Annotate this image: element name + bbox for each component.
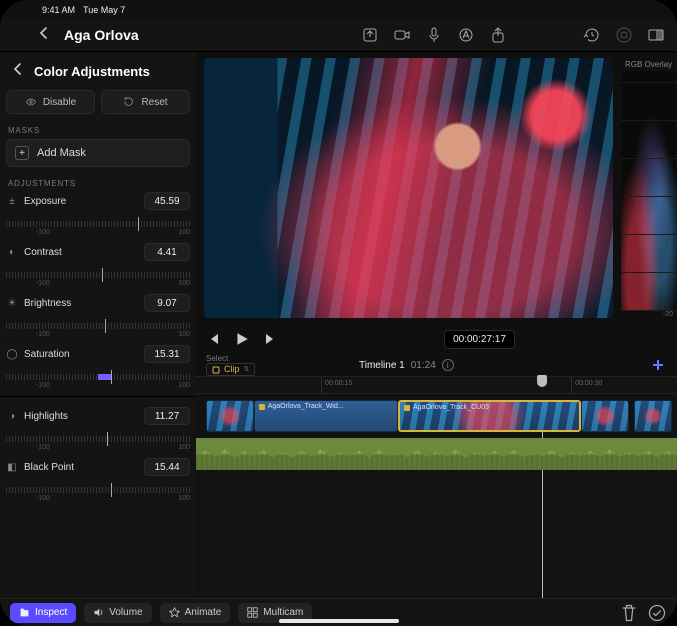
- adj-slider[interactable]: -100 100: [6, 215, 190, 233]
- plus-icon: +: [15, 146, 29, 160]
- inspect-button[interactable]: Inspect: [10, 603, 76, 623]
- adj-value-field[interactable]: 15.44: [144, 458, 190, 476]
- clip[interactable]: [634, 400, 672, 432]
- clip[interactable]: AgaOrlova_Track_CU03: [398, 400, 581, 432]
- play-icon[interactable]: [234, 331, 250, 347]
- adj-name: Black Point: [24, 462, 74, 473]
- inspector-sidebar: Color Adjustments Disable Reset MASKS + …: [0, 52, 196, 598]
- settings-icon[interactable]: [615, 26, 633, 44]
- adj-value-field[interactable]: 4.41: [144, 243, 190, 261]
- adj-slider[interactable]: -100 100: [6, 430, 190, 448]
- next-frame-icon[interactable]: [264, 332, 278, 346]
- disable-label: Disable: [43, 97, 76, 108]
- adj-icon: ◧: [6, 461, 18, 473]
- clip[interactable]: AgaOrlova_Track_Wid...: [254, 400, 398, 432]
- transport-bar: 00:00:27:17: [196, 324, 677, 354]
- confirm-icon[interactable]: [647, 603, 667, 623]
- volume-button[interactable]: Volume: [84, 603, 151, 623]
- adj-icon: ◐: [6, 246, 18, 258]
- playhead-line: [542, 404, 543, 598]
- adj-value-field[interactable]: 45.59: [144, 192, 190, 210]
- timecode-display[interactable]: 00:00:27:17: [444, 330, 515, 349]
- adjustments-section-label: ADJUSTMENTS: [6, 175, 190, 192]
- adj-name: Contrast: [24, 247, 62, 258]
- chevron-updown-icon: ⇅: [244, 365, 250, 374]
- audio-track[interactable]: [196, 438, 677, 470]
- playhead[interactable]: [537, 375, 547, 387]
- adj-icon: ±: [6, 195, 18, 207]
- voiceover-icon[interactable]: [425, 26, 443, 44]
- status-bar: 9:41 AM Tue May 7: [0, 0, 677, 18]
- timeline-header: Select Clip ⇅ Timeline 1 01:24 i: [196, 354, 677, 376]
- status-date: Tue May 7: [83, 5, 125, 15]
- adj-name: Exposure: [24, 196, 66, 207]
- multicam-label: Multicam: [263, 607, 303, 618]
- adj-slider[interactable]: -100 100: [6, 481, 190, 499]
- timeline-name: Timeline 1: [359, 360, 405, 371]
- project-title: Aga Orlova: [64, 27, 347, 43]
- scope-title: RGB Overlay: [621, 58, 677, 71]
- select-clip-button[interactable]: Clip ⇅: [206, 363, 255, 376]
- info-icon[interactable]: i: [442, 359, 454, 371]
- adj-slider[interactable]: -100 100: [6, 266, 190, 284]
- adj-name: Highlights: [24, 411, 68, 422]
- history-icon[interactable]: [583, 26, 601, 44]
- adj-name: Brightness: [24, 298, 71, 309]
- trash-icon[interactable]: [619, 603, 639, 623]
- main-area: RGB Overlay -20 00:00:27:17 Select: [196, 52, 677, 598]
- ruler-label: 00:00:30: [575, 380, 602, 387]
- timeline-name-group: Timeline 1 01:24 i: [359, 359, 454, 371]
- volume-label: Volume: [109, 607, 142, 618]
- reset-label: Reset: [141, 97, 167, 108]
- inspect-label: Inspect: [35, 607, 67, 618]
- animate-label: Animate: [185, 607, 222, 618]
- panel-title: Color Adjustments: [34, 64, 150, 79]
- add-mask-label: Add Mask: [37, 147, 86, 159]
- animate-button[interactable]: Animate: [160, 603, 231, 623]
- home-indicator[interactable]: [279, 619, 399, 623]
- clip[interactable]: [581, 400, 629, 432]
- adj-icon: ◯: [6, 348, 18, 360]
- panel-back-icon[interactable]: [12, 62, 24, 80]
- camera-icon[interactable]: [393, 26, 411, 44]
- ruler-label: 00:00:15: [325, 380, 352, 387]
- adj-name: Saturation: [24, 349, 70, 360]
- masks-section-label: MASKS: [6, 122, 190, 139]
- clip-label: Clip: [224, 365, 240, 374]
- scope-min: -20: [621, 311, 677, 318]
- scope-overlay[interactable]: [621, 71, 677, 311]
- adj-value-field[interactable]: 15.31: [144, 345, 190, 363]
- select-label: Select: [206, 354, 255, 363]
- timeline-ruler[interactable]: 00:00:15 00:00:30: [196, 376, 677, 394]
- text-icon[interactable]: [457, 26, 475, 44]
- adj-value-field[interactable]: 11.27: [144, 407, 190, 425]
- clip[interactable]: [206, 400, 254, 432]
- title-bar: Aga Orlova: [0, 18, 677, 52]
- display-icon[interactable]: [647, 26, 665, 44]
- status-time: 9:41 AM: [42, 5, 75, 15]
- disable-button[interactable]: Disable: [6, 90, 95, 114]
- reset-button[interactable]: Reset: [101, 90, 190, 114]
- prev-frame-icon[interactable]: [206, 332, 220, 346]
- import-icon[interactable]: [361, 26, 379, 44]
- adj-value-field[interactable]: 9.07: [144, 294, 190, 312]
- adj-icon: ◑: [6, 410, 18, 422]
- scopes-panel: RGB Overlay -20: [621, 58, 677, 318]
- adj-icon: ☀: [6, 297, 18, 309]
- timeline-tracks[interactable]: AgaOrlova_Track_Wid... AgaOrlova_Track_CU…: [196, 394, 677, 598]
- share-icon[interactable]: [489, 26, 507, 44]
- adj-slider[interactable]: -100 100: [6, 317, 190, 335]
- clip-name: AgaOrlova_Track_Wid...: [259, 403, 344, 410]
- timeline-duration: 01:24: [411, 360, 436, 371]
- timeline-options-icon[interactable]: [651, 358, 665, 372]
- add-mask-button[interactable]: + Add Mask: [6, 139, 190, 167]
- viewer[interactable]: [204, 58, 613, 318]
- back-icon[interactable]: [38, 26, 50, 44]
- adj-slider[interactable]: -100 100: [6, 368, 190, 386]
